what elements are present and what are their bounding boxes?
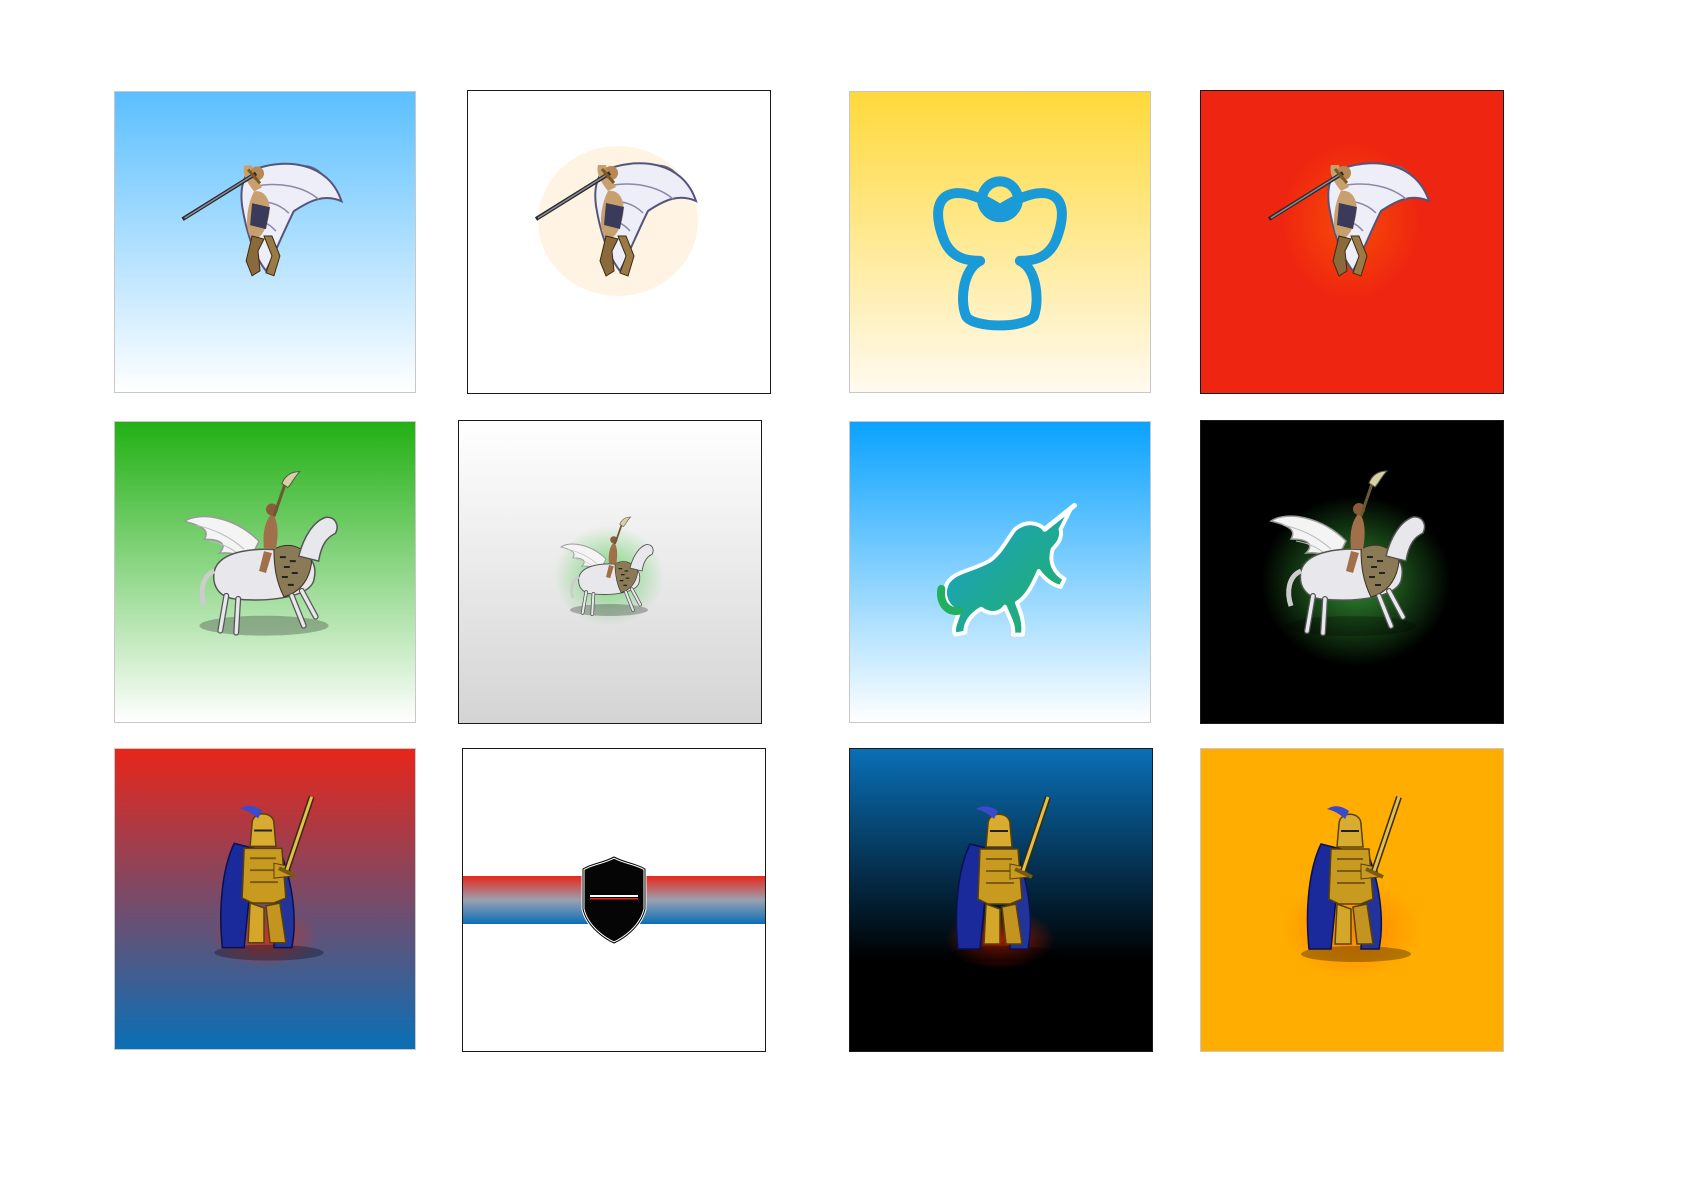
tile-angel-red (1200, 90, 1504, 394)
tile-angel-sky (114, 91, 416, 393)
tile-knight-red-blue (114, 748, 416, 1050)
poster-page: { "tiles": [ {"id": "angel-sky", "backgr… (0, 0, 1684, 1190)
tile-angel-white (467, 90, 771, 394)
tile-knight-orange (1200, 748, 1504, 1052)
tile-shield-stripes (462, 748, 766, 1052)
tile-pegasus-grey (458, 420, 762, 724)
tile-unicorn-icon-blue (849, 421, 1151, 723)
tile-pegasus-green (114, 421, 416, 723)
tile-knight-navy (849, 748, 1153, 1052)
tile-angel-icon-yellow (849, 91, 1151, 393)
tile-pegasus-black (1200, 420, 1504, 724)
